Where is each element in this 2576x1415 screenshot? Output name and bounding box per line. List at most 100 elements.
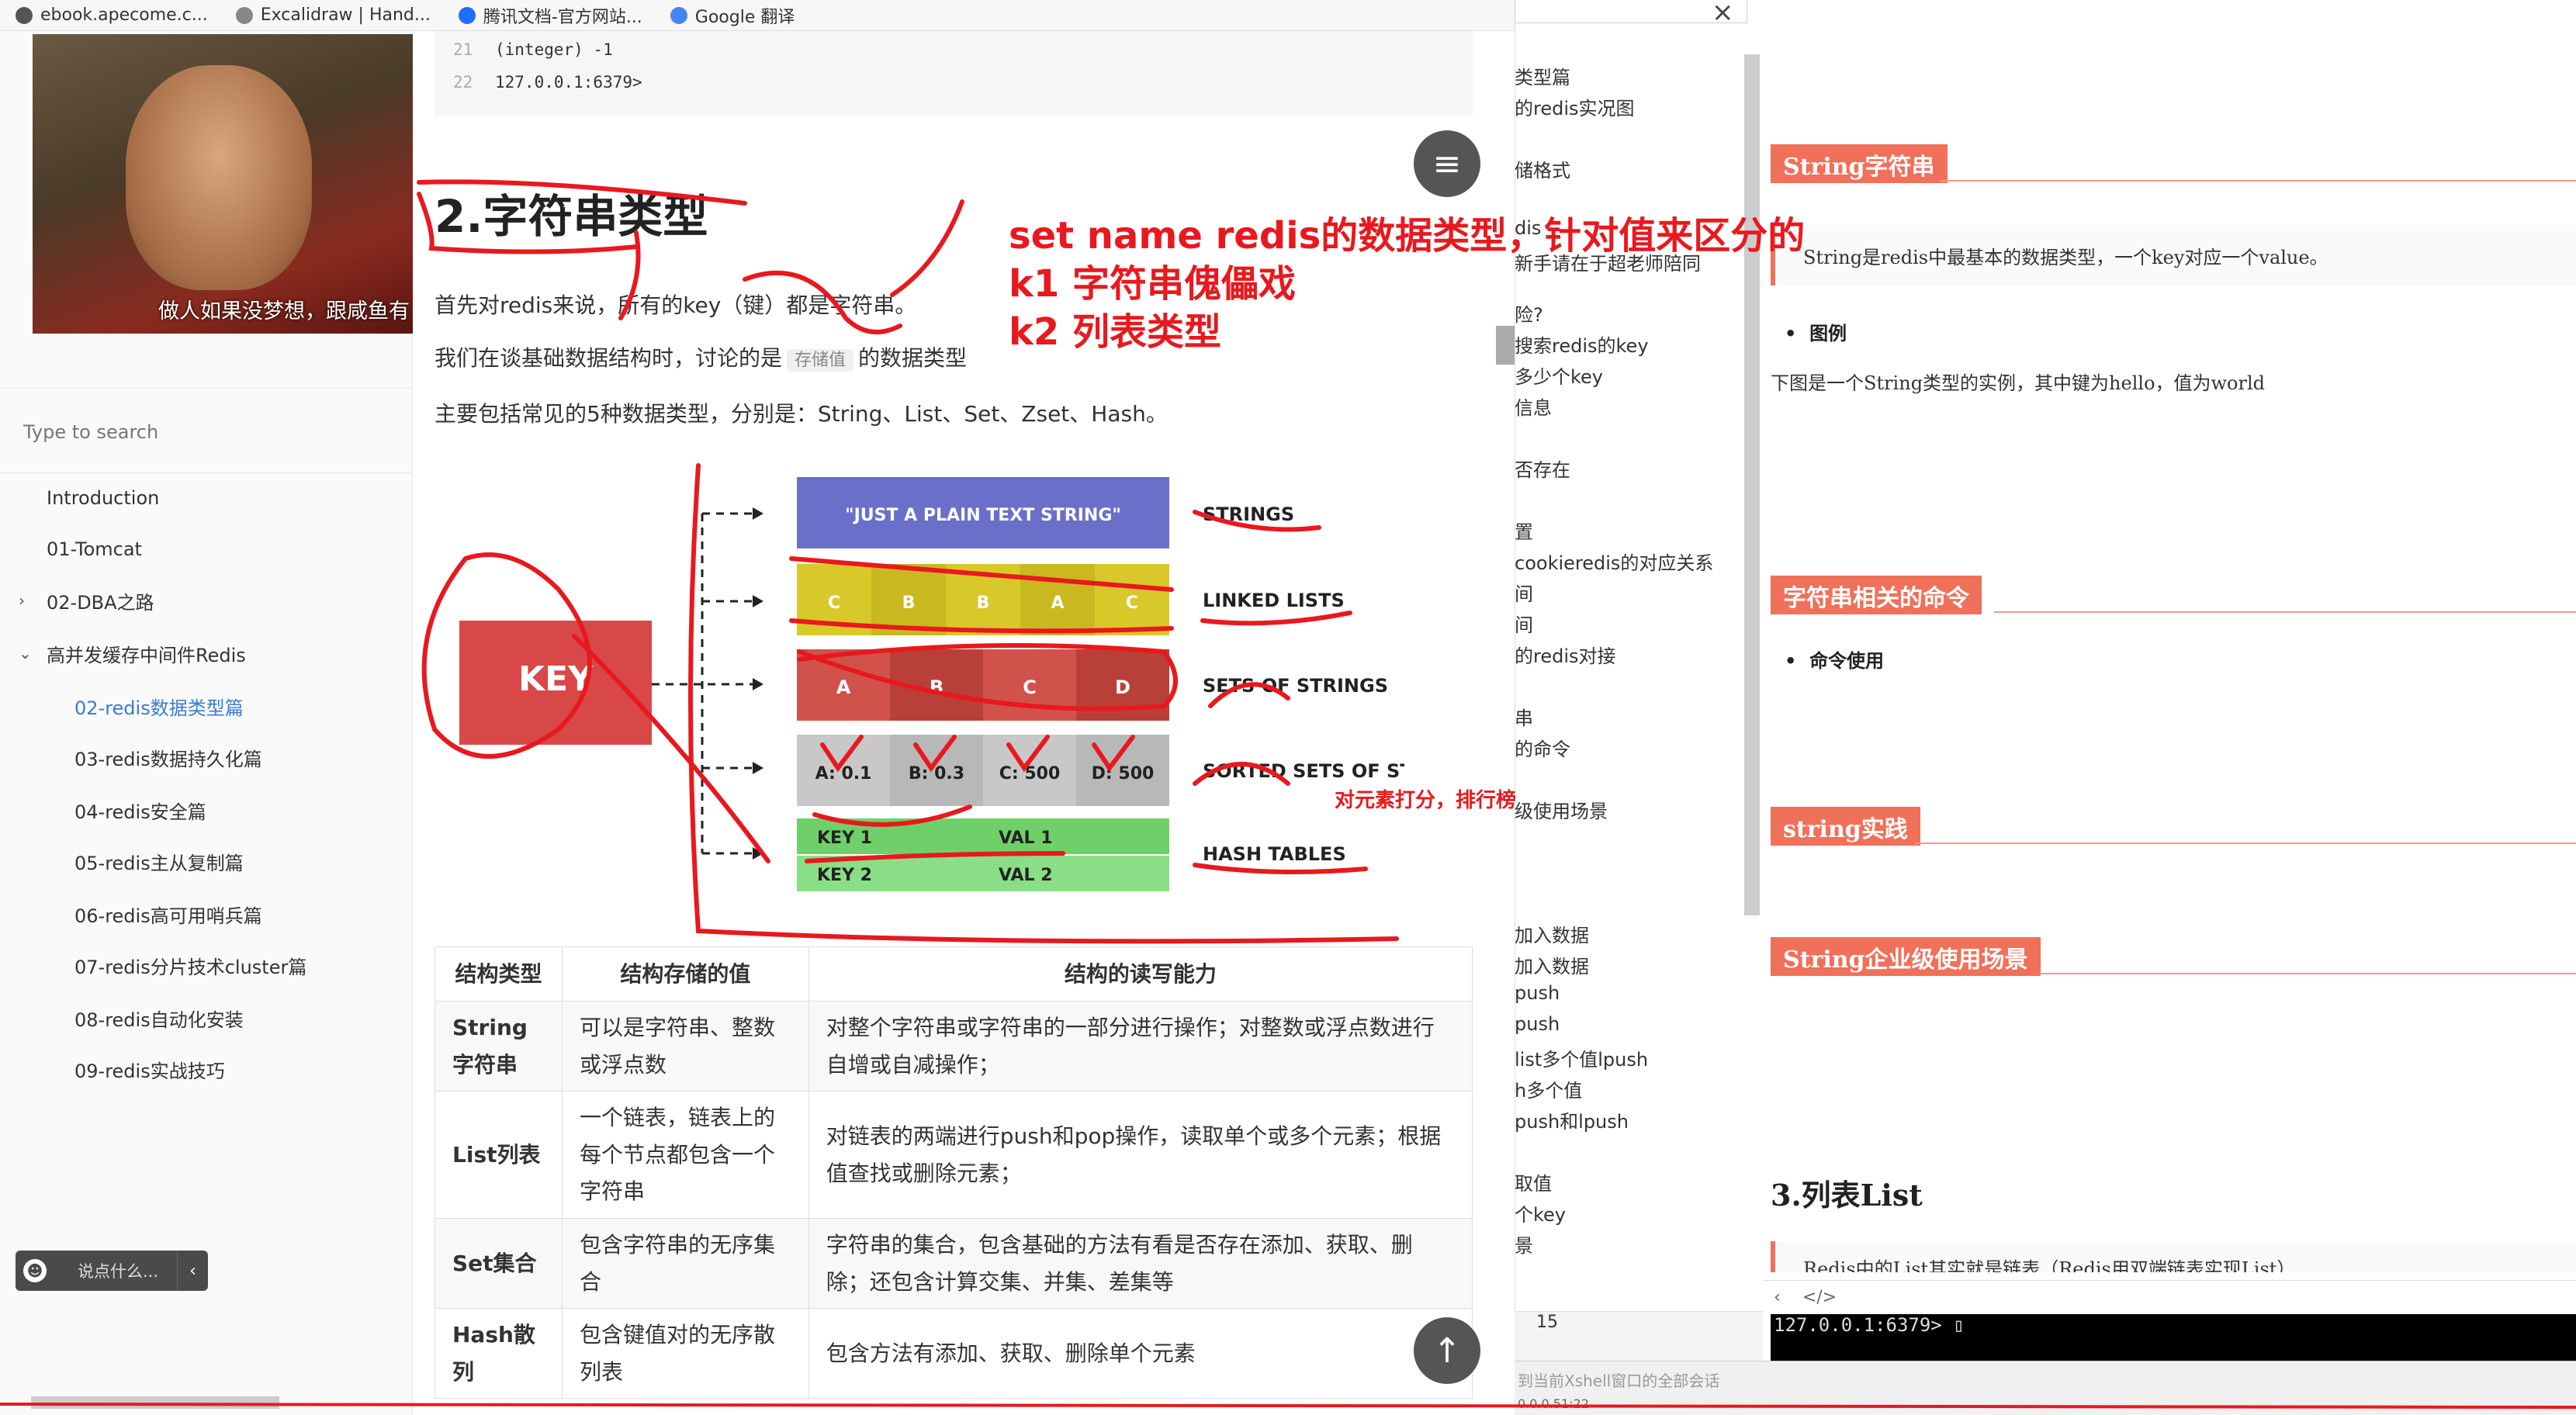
outline-item[interactable]: 加入数据 [1515,951,1747,978]
outline-item[interactable]: 的redis实况图 [1515,93,1747,120]
table-row: String字符串 可以是字符串、整数或浮点数 对整个字符串或字符串的一部分进行操作… [435,1000,1473,1092]
session-ip: 0.0.0.51:22 [1518,1396,1589,1411]
set-cell-label: C [1023,676,1037,698]
sidebar-item[interactable]: Introduction [0,475,413,521]
table-cell: Hash散列 [435,1308,563,1399]
set-cell-label: B [930,676,943,698]
redis-types-diagram: KEY "JUST A PLAIN TEXT STRING" STRINGS C B B A… [459,477,1404,891]
bookmark-label: Excalidraw | Hand... [260,5,431,25]
sidebar-item[interactable]: 01-Tomcat [0,526,413,573]
sidebar-item-label: 04-redis安全篇 [74,801,206,823]
table-row: List列表 一个链表，链表上的每个节点都包含一个字符串 对链表的两端进行push和… [435,1091,1473,1219]
outline-item[interactable]: 置 [1515,517,1747,544]
preview-toolbar: ‹ </> [1763,1280,2576,1314]
sidebar-item-label: 06-redis高可用哨兵篇 [74,905,262,927]
section-divider [1915,842,2576,844]
outline-item[interactable]: 加入数据 [1515,920,1747,947]
outline-item[interactable]: 的redis对接 [1515,641,1747,668]
chevron-left-icon[interactable]: ‹ [1774,1288,1781,1307]
sidebar-item-label: 高并发缓存中间件Redis [47,644,246,666]
outline-item[interactable]: 类型篇 [1515,62,1747,89]
sidebar-item-label: 05-redis主从复制篇 [74,852,244,874]
sidebar-item[interactable]: 07-redis分片技术cluster篇 [0,942,413,988]
close-icon[interactable]: × [1712,0,1734,28]
menu-button[interactable]: ≡ [1414,130,1480,197]
data-types-table: 结构类型 结构存储的值 结构的读写能力 String字符串 可以是字符串、整数或浮点数对… [435,946,1473,1399]
main-scrollbar[interactable] [1496,326,1515,365]
terminal[interactable]: 127.0.0.1:6379> ▯ [1771,1314,2576,1361]
bookmark-label: ebook.apecome.c... [40,5,208,25]
chat-button[interactable]: ☻ 说点什么... ‹ [16,1251,208,1291]
set-cell-label: A [836,676,851,698]
list-quote-text: Redis中的List其实就是链表（Redis用双端链表实现List） [1803,1258,2296,1272]
outline-item[interactable]: 的命令 [1515,734,1747,761]
outline-item[interactable]: 间 [1515,610,1747,637]
globe-icon [16,6,33,24]
outline-item[interactable]: cookieredis的对应关系 [1515,548,1747,575]
sidebar-item[interactable]: 03-redis数据持久化篇 [0,734,413,780]
outline-item[interactable]: 多少个key [1515,362,1747,389]
zset-cell-label: D: 500 [1092,764,1155,784]
string-quote: String是redis中最基本的数据类型，一个key对应一个value。 [1771,225,2576,285]
section-divider [1994,611,2576,613]
table-cell: 对整个字符串或字符串的一部分进行操作；对整数或浮点数进行自增或自减操作； [808,1000,1473,1092]
set-label: SETS OF STRINGS [1203,675,1388,697]
code-text: (integer) -1 [495,40,613,59]
outline-item[interactable]: 串 [1515,703,1747,730]
sidebar-item[interactable]: › 02-DBA之路 [0,577,413,624]
outline-item[interactable]: 间 [1515,579,1747,606]
outline-item[interactable]: 信息 [1515,393,1747,420]
outline-item[interactable]: list多个值lpush [1515,1044,1747,1071]
session-count: 15 [1536,1313,1558,1332]
bookmark-item[interactable]: ebook.apecome.c... [16,5,208,25]
table-header-row: 结构类型 结构存储的值 结构的读写能力 [435,946,1473,1002]
search-input[interactable] [23,417,388,448]
arrow-head [753,847,763,860]
code-view-icon[interactable]: </> [1802,1288,1837,1307]
outline-item[interactable]: 险? [1515,299,1747,327]
outline-item[interactable]: 个key [1515,1199,1747,1226]
strings-label: STRINGS [1203,503,1294,525]
sidebar-item-label: 03-redis数据持久化篇 [74,748,262,770]
outline-item[interactable]: 否存在 [1515,455,1747,482]
sidebar-item[interactable]: 02-redis数据类型篇 [0,683,413,729]
outline-item[interactable]: 景 [1515,1230,1747,1258]
list-cell-label: A [1051,593,1064,613]
outline-item[interactable]: push [1515,1013,1747,1035]
back-to-top-button[interactable]: ↑ [1414,1317,1480,1384]
hash-key: KEY 2 [817,866,872,885]
zset-cell-label: B: 0.3 [909,764,964,784]
strings-value: "JUST A PLAIN TEXT STRING" [845,506,1121,525]
paragraph-3: 主要包括常见的5种数据类型，分别是：String、List、Set、Zset、H… [435,401,1168,427]
table-header: 结构类型 [435,946,563,1002]
outline-item[interactable]: 储格式 [1515,155,1747,182]
sidebar-item[interactable]: 04-redis安全篇 [0,787,413,833]
sidebar-item[interactable]: 09-redis实战技巧 [0,1046,413,1092]
outline-scrollbar[interactable] [1744,54,1760,915]
sidebar-item-label: Introduction [47,487,160,509]
bookmark-item[interactable]: 腾讯文档-官方网站... [458,3,642,28]
page-heading: 2.字符串类型 [435,190,708,243]
table-cell: 一个链表，链表上的每个节点都包含一个字符串 [561,1091,809,1219]
outline-item[interactable]: h多个值 [1515,1075,1747,1102]
outline-item[interactable]: push [1515,982,1747,1004]
outline-item[interactable]: 取值 [1515,1168,1747,1195]
outline-item[interactable]: push和lpush [1515,1106,1747,1133]
sidebar-item[interactable]: 08-redis自动化安装 [0,995,413,1041]
sidebar-item[interactable]: 06-redis高可用哨兵篇 [0,891,413,937]
chevron-icon: ⌄ [19,644,32,663]
arrow-head [753,595,763,607]
chevron-left-icon[interactable]: ‹ [177,1251,208,1291]
outline-item[interactable]: 搜索redis的key [1515,330,1747,358]
outline-item[interactable]: 级使用场景 [1515,796,1747,823]
bookmark-item[interactable]: Excalidraw | Hand... [235,5,431,25]
sidebar-scrollbar[interactable] [31,1396,279,1409]
terminal-prompt: 127.0.0.1:6379> ▯ [1774,1314,1965,1336]
outline-item[interactable]: 新手请在于超老师陪同 [1515,248,1747,275]
sidebar-item[interactable]: 05-redis主从复制篇 [0,838,413,884]
outline-item[interactable]: dis [1515,217,1747,239]
bookmark-item[interactable]: Google 翻译 [670,3,795,28]
sidebar-search [0,388,413,473]
p2-before: 我们在谈基础数据结构时，讨论的是 [435,345,783,371]
sidebar-item[interactable]: ⌄ 高并发缓存中间件Redis [0,630,413,676]
